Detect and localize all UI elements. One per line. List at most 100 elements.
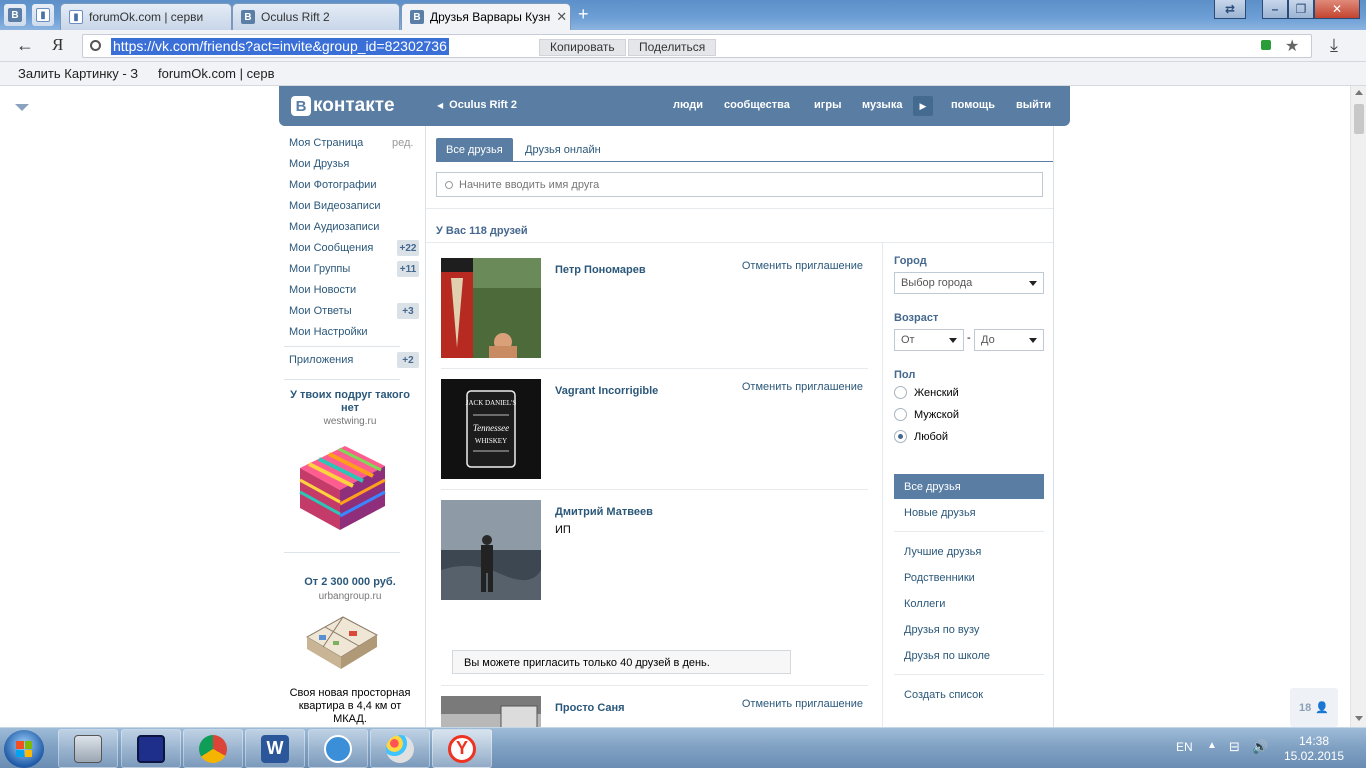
sidebar-item-groups[interactable]: Мои Группы xyxy=(289,263,350,275)
vk-logo[interactable]: В контакте xyxy=(291,95,395,117)
sidebar-item-answers[interactable]: Мои Ответы xyxy=(289,305,352,317)
bookmark-item[interactable]: Залить Картинку - З xyxy=(18,66,138,81)
sex-option-male[interactable]: Мужской xyxy=(894,408,959,421)
sidebar-item-my-page[interactable]: Моя Страница xyxy=(289,137,363,149)
new-tab-icon[interactable]: + xyxy=(578,4,589,25)
nav-games[interactable]: игры xyxy=(814,99,841,111)
friend-name[interactable]: Петр Пономарев xyxy=(555,264,646,276)
nav-help[interactable]: помощь xyxy=(951,99,995,111)
list-relatives[interactable]: Родственники xyxy=(894,565,1044,590)
create-list-link[interactable]: Создать список xyxy=(894,682,1044,707)
sidebar-item-photos[interactable]: Мои Фотографии xyxy=(289,179,376,191)
age-to-select[interactable]: До xyxy=(974,329,1044,351)
pinned-tab-vk[interactable]: В xyxy=(4,4,26,26)
taskbar-kmplayer[interactable] xyxy=(308,729,368,768)
friend-search-input[interactable]: Начните вводить имя друга xyxy=(436,172,1043,197)
list-all-friends[interactable]: Все друзья xyxy=(894,474,1044,499)
ad-domain[interactable]: urbangroup.ru xyxy=(287,591,413,602)
play-icon[interactable]: ▶ xyxy=(913,96,933,116)
nav-music[interactable]: музыка xyxy=(862,99,902,111)
restore-tabs-icon[interactable]: ⇄ xyxy=(1214,0,1246,19)
scrollbar[interactable] xyxy=(1350,86,1366,727)
volume-icon[interactable]: 🔊 xyxy=(1252,739,1268,755)
taskbar-save-app[interactable] xyxy=(121,729,181,768)
edit-link[interactable]: ред. xyxy=(392,137,413,149)
start-button[interactable] xyxy=(4,730,44,768)
friend-name[interactable]: Просто Саня xyxy=(555,702,625,714)
list-new-friends[interactable]: Новые друзья xyxy=(894,500,1044,525)
back-to-group-link[interactable]: ◀ Oculus Rift 2 xyxy=(437,99,517,111)
taskbar-paint[interactable] xyxy=(370,729,430,768)
taskbar-yandex-browser[interactable]: Y xyxy=(432,729,492,768)
sidebar-item-videos[interactable]: Мои Видеозаписи xyxy=(289,200,381,212)
tab-friends-online[interactable]: Друзья онлайн xyxy=(515,138,611,161)
taskbar-chrome[interactable] xyxy=(183,729,243,768)
copy-button[interactable]: Копировать xyxy=(539,39,626,56)
lock-icon[interactable] xyxy=(1261,40,1271,50)
sex-option-female[interactable]: Женский xyxy=(894,386,959,399)
system-clock[interactable]: 14:38 15.02.2015 xyxy=(1282,734,1346,764)
taskbar-word[interactable]: W xyxy=(245,729,305,768)
notifications-counter[interactable]: 18 👤 xyxy=(1290,688,1338,727)
tab-oculus[interactable]: В Oculus Rift 2 xyxy=(232,3,400,30)
scroll-down-icon[interactable] xyxy=(1355,716,1363,721)
cancel-invite-link[interactable]: Отменить приглашение xyxy=(742,260,863,272)
url-field[interactable]: https://vk.com/friends?act=invite&group_… xyxy=(82,34,1312,58)
list-school-friends[interactable]: Друзья по школе xyxy=(894,643,1044,668)
list-best-friends[interactable]: Лучшие друзья xyxy=(894,539,1044,564)
sidebar-item-audio[interactable]: Мои Аудиозаписи xyxy=(289,221,379,233)
sidebar-item-friends[interactable]: Мои Друзья xyxy=(289,158,349,170)
nav-logout[interactable]: выйти xyxy=(1016,99,1051,111)
messages-count-badge[interactable]: +22 xyxy=(397,240,419,256)
sidebar-item-messages[interactable]: Мои Сообщения xyxy=(289,242,373,254)
age-from-select[interactable]: От xyxy=(894,329,964,351)
city-select[interactable]: Выбор города xyxy=(894,272,1044,294)
maximize-icon[interactable]: ❐ xyxy=(1288,0,1314,19)
list-colleagues[interactable]: Коллеги xyxy=(894,591,1044,616)
yandex-logo-icon[interactable]: Я xyxy=(52,35,63,55)
tab-forumok[interactable]: ▮ forumOk.com | серви xyxy=(60,3,232,30)
tab-friends[interactable]: В Друзья Варвары Кузн ✕ xyxy=(401,3,571,30)
list-university-friends[interactable]: Друзья по вузу xyxy=(894,617,1044,642)
ad-image-apartment-plan[interactable] xyxy=(303,611,381,675)
tab-all-friends[interactable]: Все друзья xyxy=(436,138,513,161)
friend-name[interactable]: Vagrant Incorrigible xyxy=(555,385,658,397)
friend-avatar[interactable] xyxy=(441,500,541,600)
sidebar-item-apps[interactable]: Приложения xyxy=(289,354,353,366)
url-text[interactable]: https://vk.com/friends?act=invite&group_… xyxy=(111,38,449,55)
share-button[interactable]: Поделиться xyxy=(628,39,717,56)
friend-avatar[interactable]: JACK DANIEL'S Tennessee WHISKEY xyxy=(441,379,541,479)
nav-communities[interactable]: сообщества xyxy=(724,99,790,111)
sidebar-item-settings[interactable]: Мои Настройки xyxy=(289,326,368,338)
cancel-invite-link[interactable]: Отменить приглашение xyxy=(742,381,863,393)
back-arrow-icon[interactable]: ← xyxy=(16,35,34,56)
scroll-up-icon[interactable] xyxy=(1355,90,1363,95)
friend-avatar[interactable] xyxy=(441,258,541,358)
nav-people[interactable]: люди xyxy=(673,99,703,111)
sex-option-any[interactable]: Любой xyxy=(894,430,948,443)
taskbar-calculator[interactable] xyxy=(58,729,118,768)
bookmark-item[interactable]: forumOk.com | серв xyxy=(158,66,274,81)
download-icon[interactable]: ⤓ xyxy=(1330,35,1338,56)
cancel-invite-link[interactable]: Отменить приглашение xyxy=(742,698,863,710)
apps-count-badge[interactable]: +2 xyxy=(397,352,419,368)
language-indicator[interactable]: EN xyxy=(1176,740,1193,754)
groups-count-badge[interactable]: +11 xyxy=(397,261,419,277)
minimize-icon[interactable]: – xyxy=(1262,0,1288,19)
ad-text[interactable]: Своя новая просторная квартира в 4,4 км … xyxy=(287,687,413,726)
ad-title[interactable]: У твоих подруг такого нет xyxy=(287,389,413,415)
pinned-tab-book[interactable]: ▮ xyxy=(32,4,54,26)
scroll-thumb[interactable] xyxy=(1354,104,1364,134)
star-icon[interactable]: ★ xyxy=(1285,36,1299,56)
friend-name[interactable]: Дмитрий Матвеев xyxy=(555,506,653,518)
collapse-arrow-icon[interactable] xyxy=(15,104,29,111)
close-tab-icon[interactable]: ✕ xyxy=(550,9,567,25)
ad-image-striped-box[interactable] xyxy=(295,438,389,534)
friend-avatar[interactable] xyxy=(441,696,541,727)
close-window-icon[interactable]: ✕ xyxy=(1314,0,1360,19)
network-icon[interactable]: ⊟ xyxy=(1229,739,1240,755)
ad-domain[interactable]: westwing.ru xyxy=(287,416,413,427)
tray-expand-icon[interactable]: ▲ xyxy=(1207,740,1217,751)
answers-count-badge[interactable]: +3 xyxy=(397,303,419,319)
ad-title[interactable]: От 2 300 000 руб. xyxy=(287,576,413,589)
